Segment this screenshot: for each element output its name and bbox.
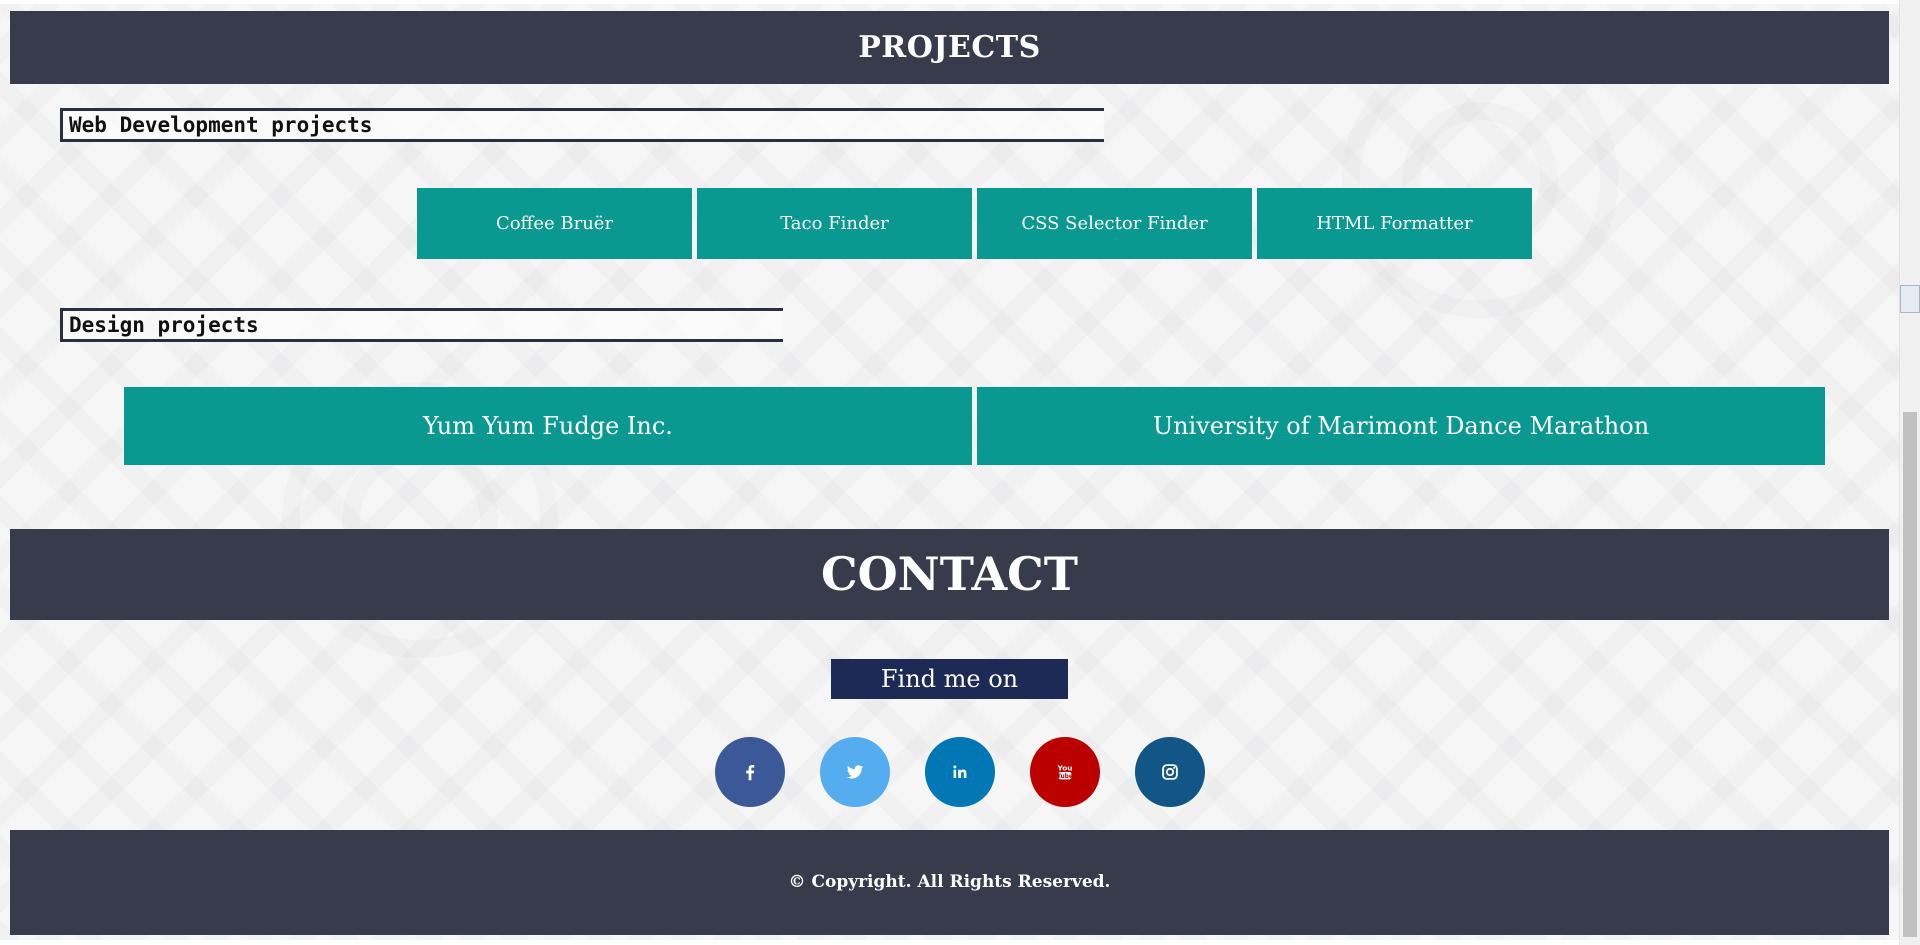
facebook-link[interactable]: [715, 737, 785, 807]
bottom-edge: [0, 940, 1900, 945]
youtube-link[interactable]: You Tube: [1030, 737, 1100, 807]
find-me-on-text: Find me on: [880, 665, 1019, 693]
scrollbar-thumb[interactable]: [1903, 412, 1917, 937]
project-tile-css-selector-finder[interactable]: CSS Selector Finder: [977, 188, 1252, 259]
project-tile-marimont-dance-marathon[interactable]: University of Marimont Dance Marathon: [977, 387, 1825, 465]
scroll-position-marker: [1900, 285, 1920, 313]
web-development-heading-label: Web Development projects: [69, 113, 373, 137]
web-development-heading: Web Development projects: [60, 108, 1104, 142]
project-tile-label: CSS Selector Finder: [1021, 213, 1208, 234]
svg-text:You: You: [1057, 764, 1073, 773]
twitter-icon: [846, 765, 864, 779]
design-projects-heading: Design projects: [60, 308, 783, 342]
youtube-icon: You Tube: [1057, 764, 1073, 780]
project-tile-html-formatter[interactable]: HTML Formatter: [1257, 188, 1532, 259]
project-tile-yum-yum-fudge[interactable]: Yum Yum Fudge Inc.: [124, 387, 972, 465]
facebook-icon: [746, 764, 755, 781]
design-projects-heading-label: Design projects: [69, 313, 259, 337]
twitter-link[interactable]: [820, 737, 890, 807]
instagram-icon: [1162, 764, 1178, 780]
instagram-link[interactable]: [1135, 737, 1205, 807]
project-tile-coffee-bruer[interactable]: Coffee Bruër: [417, 188, 692, 259]
projects-title: PROJECTS: [858, 30, 1041, 65]
project-tile-label: HTML Formatter: [1316, 213, 1473, 234]
contact-title: CONTACT: [821, 547, 1078, 601]
project-tile-label: University of Marimont Dance Marathon: [1152, 412, 1650, 440]
linkedin-link[interactable]: [925, 737, 995, 807]
project-tile-label: Taco Finder: [780, 213, 889, 234]
svg-text:Tube: Tube: [1057, 773, 1073, 780]
top-edge: [0, 0, 1900, 4]
vertical-scrollbar[interactable]: [1899, 0, 1920, 945]
project-tile-label: Yum Yum Fudge Inc.: [423, 412, 673, 440]
projects-header: PROJECTS: [10, 11, 1889, 84]
find-me-on-label: Find me on: [831, 659, 1068, 699]
page: PROJECTS Web Development projects Coffee…: [0, 0, 1900, 945]
linkedin-icon: [953, 765, 967, 778]
copyright-text: © Copyright. All Rights Reserved.: [788, 872, 1111, 892]
contact-header: CONTACT: [10, 529, 1889, 620]
project-tile-label: Coffee Bruër: [495, 213, 614, 234]
project-tile-taco-finder[interactable]: Taco Finder: [697, 188, 972, 259]
footer: © Copyright. All Rights Reserved.: [10, 830, 1889, 935]
